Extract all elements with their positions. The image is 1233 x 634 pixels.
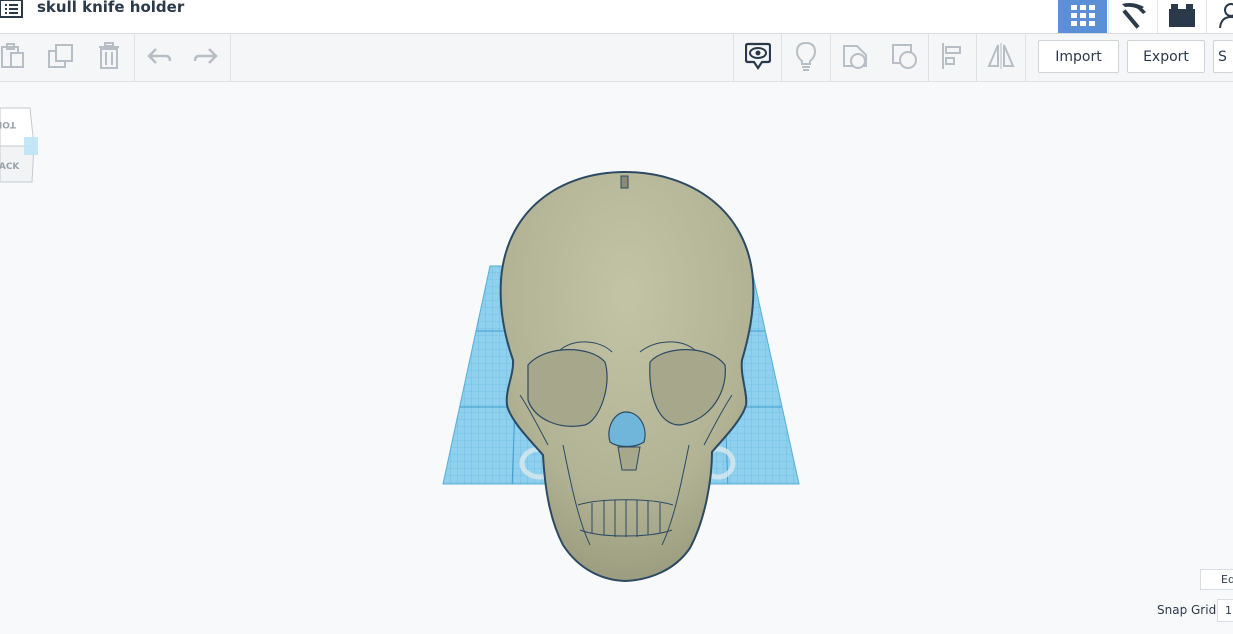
toolbar-divider [230, 34, 231, 81]
redo-button[interactable] [182, 34, 229, 81]
edit-grid-button[interactable]: Edit Grid [1200, 569, 1233, 590]
toolbar-divider [1025, 34, 1026, 81]
title-bar: skull knife holder [0, 0, 1233, 34]
redo-icon [193, 46, 219, 70]
duplicate-button[interactable] [37, 34, 84, 81]
user-profile-button[interactable] [1206, 0, 1233, 33]
show-all-button[interactable] [734, 34, 781, 81]
scene-view[interactable] [0, 82, 1233, 634]
bricks-mode-button[interactable] [1157, 0, 1206, 33]
view-cube[interactable]: TOP BACK [0, 106, 40, 186]
align-button[interactable] [929, 34, 976, 81]
undo-button[interactable] [135, 34, 182, 81]
mirror-icon [986, 42, 1016, 74]
export-button[interactable]: Export [1127, 40, 1205, 73]
view-cube-back-face[interactable]: BACK [0, 162, 20, 172]
mirror-button[interactable] [977, 34, 1024, 81]
3d-design-mode-button[interactable] [1058, 0, 1107, 33]
send-to-button[interactable]: S [1213, 40, 1233, 73]
align-icon [940, 42, 966, 74]
show-all-icon [744, 42, 771, 74]
bricks-icon [1168, 3, 1196, 31]
group-button[interactable] [880, 34, 927, 81]
paste-button[interactable] [0, 34, 35, 81]
snap-grid-label: Snap Grid [1157, 603, 1217, 617]
blocks-mode-button[interactable] [1108, 0, 1157, 33]
design-list-icon[interactable] [0, 0, 24, 18]
toolbar: Import Export S [0, 34, 1233, 82]
import-button[interactable]: Import [1038, 40, 1119, 73]
delete-icon [97, 41, 121, 74]
user-icon [1218, 2, 1233, 32]
design-title[interactable]: skull knife holder [37, 0, 184, 16]
delete-button[interactable] [85, 34, 132, 81]
skull-model[interactable] [499, 170, 755, 583]
light-bulb-icon [795, 41, 817, 75]
group-icon [890, 42, 918, 74]
shape-note-icon [841, 42, 869, 74]
pickaxe-icon [1118, 1, 1148, 33]
grid-view-icon [1070, 3, 1096, 31]
workplane-canvas[interactable] [0, 82, 1233, 634]
shape-note-button[interactable] [831, 34, 878, 81]
snap-grid-select[interactable]: 1.0 mm [1217, 599, 1233, 622]
paste-icon [0, 42, 25, 73]
note-light-button[interactable] [782, 34, 829, 81]
view-cube-top-face[interactable]: TOP [0, 119, 16, 129]
duplicate-icon [47, 43, 75, 73]
undo-icon [146, 46, 172, 70]
